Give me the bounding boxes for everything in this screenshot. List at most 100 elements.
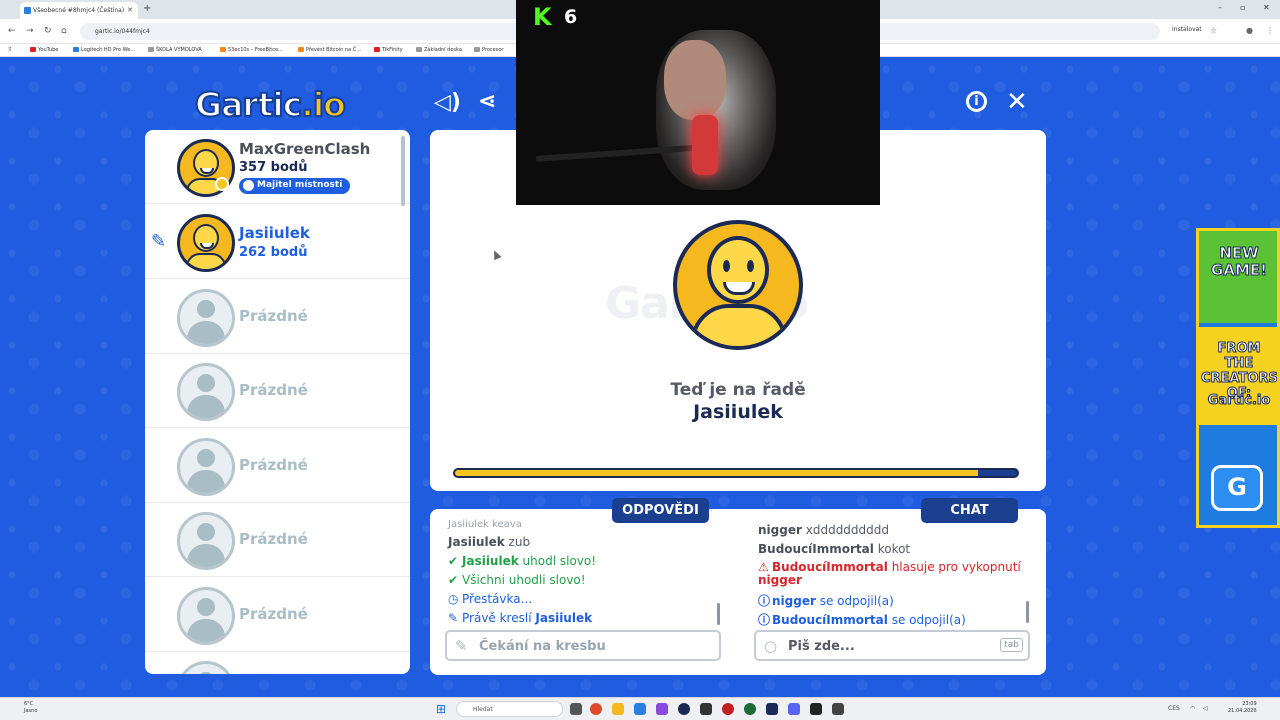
- file-explorer-icon[interactable]: [612, 703, 624, 715]
- empty-avatar-icon: [177, 289, 235, 347]
- windows-start-icon[interactable]: ⊞: [436, 702, 446, 716]
- advertisement-banner[interactable]: NEW GAME! FROM THE CREATORS OF: Gartic.i…: [1196, 228, 1280, 528]
- gartic-favicon-icon: [24, 7, 31, 14]
- empty-slot: Prázdné: [145, 280, 410, 354]
- bookmark-item[interactable]: 53ec10s – FreeBitco...: [220, 47, 283, 53]
- empty-slot-label: Prázdné: [239, 381, 308, 399]
- microphone-icon: [692, 115, 718, 175]
- app-icon[interactable]: [656, 703, 668, 715]
- app-icon[interactable]: [700, 703, 712, 715]
- gartic-logo: Gartic.io: [194, 84, 347, 125]
- viewer-count: 6: [564, 6, 578, 28]
- round-timer-fill: [455, 470, 978, 476]
- close-icon[interactable]: ✕: [1006, 87, 1028, 117]
- app-icon[interactable]: [678, 703, 690, 715]
- answer-message: ✎ Právě kreslí Jasiiulek: [448, 611, 593, 625]
- weather-widget[interactable]: 6°C Jasno: [24, 701, 37, 715]
- answer-input[interactable]: ✎ Čekání na kresbu: [445, 630, 721, 661]
- url-text: gartic.io/044fmjc4: [95, 28, 150, 35]
- install-app-button[interactable]: Instalovat: [1172, 26, 1202, 33]
- empty-avatar-icon: [177, 363, 235, 421]
- app-icon[interactable]: [722, 703, 734, 715]
- window-close-icon[interactable]: ✕: [1263, 3, 1270, 12]
- close-tab-icon[interactable]: ✕: [127, 6, 133, 14]
- bookmark-item[interactable]: Procesor: [474, 47, 503, 53]
- language-indicator[interactable]: CES: [1168, 705, 1180, 712]
- player-points: 357 bodů: [239, 160, 308, 175]
- reload-icon[interactable]: ↻: [44, 26, 52, 36]
- chat-message: ⚠ BudoucíImmortal hlasuje pro vykopnutí ni…: [758, 560, 1021, 587]
- tab-answers[interactable]: ODPOVĚDI: [612, 498, 709, 523]
- bookmark-star-icon[interactable]: ☆: [1210, 26, 1217, 35]
- volume-icon[interactable]: ◁: [1203, 705, 1208, 712]
- empty-slot: Prázdné: [145, 503, 410, 577]
- chat-message: ⓘ nigger se odpojil(a): [758, 594, 894, 608]
- players-scrollbar[interactable]: [401, 136, 405, 206]
- owner-marker-icon: [215, 177, 229, 191]
- player-row[interactable]: ✎ Jasiiulek 262 bodů: [145, 205, 410, 279]
- task-view-icon[interactable]: [570, 703, 582, 715]
- round-timer-bar: [453, 468, 1019, 478]
- chat-scrollbar[interactable]: [1026, 601, 1029, 623]
- empty-slot-label: Prázdné: [239, 456, 308, 474]
- apps-grid-icon[interactable]: ⠿: [8, 47, 12, 53]
- turn-label: Teď je na řadě: [670, 380, 806, 400]
- wifi-icon[interactable]: ◠: [1190, 705, 1195, 712]
- answers-panel: Jasiiulek keava Jasiiulek zub ✔ Jasiiulek…: [430, 509, 740, 675]
- app-icon[interactable]: [810, 703, 822, 715]
- webcam-overlay: K 6: [516, 0, 880, 205]
- empty-slot-label: Prázdné: [239, 307, 308, 325]
- player-row[interactable]: MaxGreenClash 357 bodů Majitel místnosti: [145, 130, 410, 204]
- forward-icon[interactable]: →: [26, 26, 34, 36]
- player-name: Jasiiulek: [239, 224, 310, 242]
- pencil-icon: ✎: [455, 637, 468, 655]
- info-icon: ⓘ: [758, 613, 771, 627]
- bookmark-item[interactable]: Logitech HD Pro We...: [73, 47, 135, 53]
- chat-message: BudoucíImmortal kokot: [758, 542, 911, 556]
- answer-message: ✔ Všichni uhodli slovo!: [448, 573, 586, 587]
- gartic-app-icon: G: [1211, 465, 1263, 511]
- ad-headline: NEW GAME!: [1211, 244, 1268, 279]
- discord-icon[interactable]: [788, 703, 800, 715]
- clock[interactable]: 23:09 21.04.2026: [1228, 701, 1257, 715]
- empty-avatar-icon: [177, 587, 235, 645]
- share-icon[interactable]: ⋖: [478, 89, 496, 114]
- steam-icon[interactable]: [766, 703, 778, 715]
- sound-icon[interactable]: ◁): [434, 90, 461, 115]
- empty-avatar-icon: [177, 438, 235, 496]
- empty-slot: Prázdné: [145, 578, 410, 652]
- browser-tab-gartic[interactable]: Všeobecné #8hmjc4 (Čeština) ✕: [20, 2, 138, 19]
- room-owner-badge: Majitel místnosti: [239, 178, 350, 194]
- minimize-icon[interactable]: –: [1218, 3, 1222, 12]
- info-icon[interactable]: i: [966, 91, 987, 112]
- obs-icon[interactable]: [832, 703, 844, 715]
- bookmark-item[interactable]: TikFinity: [374, 47, 403, 53]
- check-icon: ✔: [448, 554, 459, 568]
- taskbar-search[interactable]: Hledat: [456, 701, 563, 717]
- answers-scrollbar[interactable]: [717, 603, 720, 625]
- chat-input[interactable]: ○ Piš zde... tab: [754, 630, 1030, 661]
- chrome-icon[interactable]: [590, 703, 602, 715]
- bookmark-item[interactable]: ŠKOLA VÝMOLOVA: [148, 47, 202, 53]
- tab-chat[interactable]: CHAT: [921, 498, 1018, 523]
- profile-avatar-icon[interactable]: ●: [1246, 26, 1253, 35]
- back-icon[interactable]: ←: [8, 26, 16, 36]
- bookmark-item[interactable]: YouTube: [30, 47, 58, 53]
- turn-player-name: Jasiiulek: [693, 401, 783, 423]
- home-icon[interactable]: ⌂: [61, 26, 67, 36]
- player-points: 262 bodů: [239, 245, 308, 260]
- menu-dots-icon[interactable]: ⋮: [1266, 26, 1274, 35]
- pencil-icon: ✎: [151, 231, 167, 252]
- bookmark-item[interactable]: Převést Bitcoin na Č...: [298, 47, 361, 53]
- answer-message: ✔ Jasiiulek uhodl slovo!: [448, 554, 597, 568]
- bookmark-item[interactable]: Základní deska: [416, 47, 462, 53]
- new-tab-icon[interactable]: +: [143, 3, 151, 14]
- pencil-icon: ✎: [448, 611, 459, 625]
- maximize-icon[interactable]: ▫: [1240, 3, 1245, 12]
- app-icon[interactable]: [744, 703, 756, 715]
- info-icon: ⓘ: [758, 594, 771, 608]
- edge-icon[interactable]: [634, 703, 646, 715]
- chat-bubble-icon: ○: [764, 637, 778, 655]
- chat-message: ⓘ BudoucíImmortal se odpojil(a): [758, 613, 966, 627]
- empty-slot: Prázdné: [145, 429, 410, 503]
